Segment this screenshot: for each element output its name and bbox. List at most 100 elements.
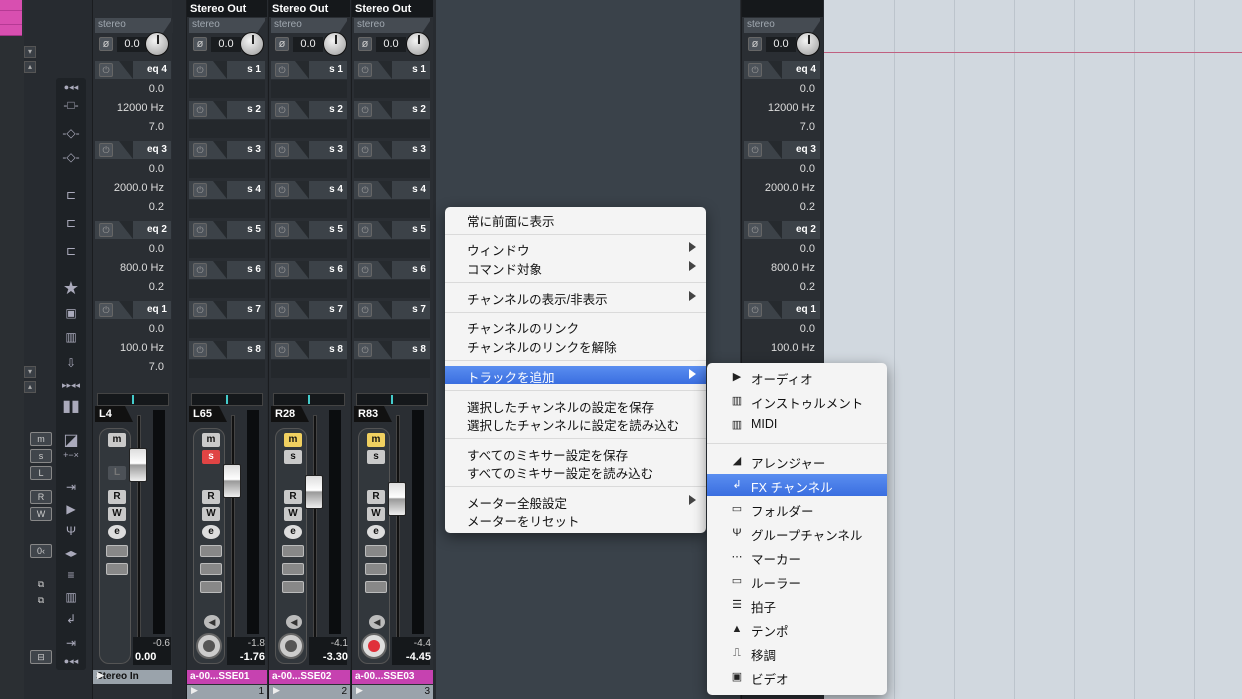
return-icon[interactable]: ↲ xyxy=(56,612,86,626)
eq4-q[interactable]: 7.0 xyxy=(149,121,164,133)
filter-link-icon[interactable]: 0‹ xyxy=(30,544,52,558)
send-bypass-button[interactable] xyxy=(365,581,387,593)
submenu-item-group-channel[interactable]: Ψ グループチャンネル xyxy=(707,522,887,544)
insert-bypass-button[interactable] xyxy=(200,545,222,557)
send-slot-7[interactable]: ⏻ s 7 xyxy=(354,301,430,319)
edit-button[interactable]: e xyxy=(108,525,126,539)
power-icon[interactable]: ⏻ xyxy=(193,63,207,77)
send-bypass-button[interactable] xyxy=(200,581,222,593)
send-slot-4[interactable]: ⏻ s 4 xyxy=(271,181,347,199)
power-icon[interactable]: ⏻ xyxy=(193,183,207,197)
input-gain-knob[interactable] xyxy=(323,32,347,56)
group-icon[interactable]: Ψ xyxy=(56,524,86,538)
filter-write-icon[interactable]: W xyxy=(30,507,52,521)
track-name[interactable]: a-00...SSE01 xyxy=(187,670,267,684)
menu-item-save-selected-channel-settings[interactable]: 選択したチャンネルの設定を保存 xyxy=(445,396,706,415)
submenu-item-folder[interactable]: ▭ フォルダー xyxy=(707,498,887,520)
phase-button[interactable]: ø xyxy=(358,37,372,51)
input-gain-knob[interactable] xyxy=(145,32,169,56)
menu-item-load-selected-channel-settings[interactable]: 選択したチャンネルに設定を読み込む xyxy=(445,414,706,433)
write-button[interactable]: W xyxy=(284,507,302,521)
send-slot-1[interactable]: ⏻ s 1 xyxy=(354,61,430,79)
submenu-item-transpose[interactable]: ⎍ 移調 xyxy=(707,642,887,664)
eq-bypass-button[interactable] xyxy=(365,563,387,575)
send-slot-7[interactable]: ⏻ s 7 xyxy=(271,301,347,319)
pan-slider[interactable] xyxy=(273,393,345,406)
send-slot-3[interactable]: ⏻ s 3 xyxy=(271,141,347,159)
channel-strip-icon[interactable]: ▮▮ xyxy=(56,396,86,416)
copy-icon[interactable]: ⧉ xyxy=(30,578,52,592)
eq1-q[interactable]: 7.0 xyxy=(149,361,164,373)
pan-slider[interactable] xyxy=(97,393,169,406)
menu-item-add-track[interactable]: トラックを追加 xyxy=(445,366,706,385)
stereo-icon[interactable]: ◂▸ xyxy=(56,546,86,560)
eq-band-4[interactable]: ⏻ eq 4 xyxy=(95,61,171,79)
pan-slider[interactable] xyxy=(356,393,428,406)
eq-band-3[interactable]: ⏻ eq 3 xyxy=(95,141,171,159)
paste-icon[interactable]: ⧉ xyxy=(30,594,52,608)
output-icon[interactable]: ⇥ xyxy=(56,636,86,650)
power-icon[interactable]: ⏻ xyxy=(748,63,762,77)
routing-icon[interactable]: -□- xyxy=(56,98,86,112)
power-icon[interactable]: ⏻ xyxy=(358,63,372,77)
power-icon[interactable]: ⏻ xyxy=(358,103,372,117)
eq-band-4[interactable]: ⏻ eq 4 xyxy=(744,61,820,79)
output-routing[interactable]: Stereo Out xyxy=(187,0,267,17)
eq-bypass-button[interactable] xyxy=(200,563,222,575)
filter-solo-icon[interactable]: s xyxy=(30,449,52,463)
send-slot-2[interactable]: ⏻ s 2 xyxy=(354,101,430,119)
send-slot-5[interactable]: ⏻ s 5 xyxy=(354,221,430,239)
mute-button[interactable]: m xyxy=(367,433,385,447)
solo-button[interactable]: s xyxy=(284,450,302,464)
send-slot-7[interactable]: ⏻ s 7 xyxy=(189,301,265,319)
level-value[interactable]: -3.30 xyxy=(323,651,348,663)
track-name[interactable]: a-00...SSE03 xyxy=(352,670,433,684)
power-icon[interactable]: ⏻ xyxy=(358,343,372,357)
power-icon[interactable]: ⏻ xyxy=(193,263,207,277)
power-icon[interactable]: ⏻ xyxy=(748,223,762,237)
sends-5-8-icon[interactable]: ⊏ xyxy=(56,244,86,258)
power-icon[interactable]: ⏻ xyxy=(193,223,207,237)
write-button[interactable]: W xyxy=(202,507,220,521)
track-name[interactable]: a-00...SSE02 xyxy=(269,670,350,684)
eq3-freq[interactable]: 2000.0 Hz xyxy=(114,182,164,194)
send-slot-6[interactable]: ⏻ s 6 xyxy=(271,261,347,279)
menu-item-global-meter-settings[interactable]: メーター全般設定 xyxy=(445,492,706,511)
plus-minus-icon[interactable]: +−× xyxy=(56,450,86,460)
eq3-gain[interactable]: 0.0 xyxy=(800,163,815,175)
power-icon[interactable]: ⏻ xyxy=(275,143,289,157)
input-gain-knob[interactable] xyxy=(406,32,430,56)
eq1-gain[interactable]: 0.0 xyxy=(800,323,815,335)
eq3-gain[interactable]: 0.0 xyxy=(149,163,164,175)
dots-icon[interactable]: ●◂◂ xyxy=(56,82,86,93)
input-gain-knob[interactable] xyxy=(240,32,264,56)
record-button[interactable] xyxy=(278,633,304,659)
menu-item-reset-meters[interactable]: メーターをリセット xyxy=(445,510,706,529)
send-slot-4[interactable]: ⏻ s 4 xyxy=(354,181,430,199)
phase-button[interactable]: ø xyxy=(99,37,113,51)
mute-button[interactable]: m xyxy=(284,433,302,447)
send-slot-1[interactable]: ⏻ s 1 xyxy=(189,61,265,79)
send-slot-1[interactable]: ⏻ s 1 xyxy=(271,61,347,79)
eq3-q[interactable]: 0.2 xyxy=(149,201,164,213)
menu-item-window[interactable]: ウィンドウ xyxy=(445,239,706,258)
edit-button[interactable]: e xyxy=(367,525,385,539)
power-icon[interactable]: ⏻ xyxy=(275,103,289,117)
eq-band-1[interactable]: ⏻ eq 1 xyxy=(744,301,820,319)
output-routing[interactable]: Stereo Out xyxy=(352,0,433,17)
eq1-freq[interactable]: 100.0 Hz xyxy=(120,342,164,354)
level-value[interactable]: -4.45 xyxy=(406,651,431,663)
insert-bypass-button[interactable] xyxy=(106,545,128,557)
eq4-gain[interactable]: 0.0 xyxy=(149,83,164,95)
submenu-item-arranger[interactable]: ◢ アレンジャー xyxy=(707,450,887,472)
power-icon[interactable]: ⏻ xyxy=(358,223,372,237)
meter-icon[interactable]: ▥ xyxy=(56,330,86,344)
power-icon[interactable]: ⏻ xyxy=(358,303,372,317)
record-button[interactable] xyxy=(361,633,387,659)
phase-button[interactable]: ø xyxy=(748,37,762,51)
write-button[interactable]: W xyxy=(367,507,385,521)
menu-item-load-all-mixer-settings[interactable]: すべてのミキサー設定を読み込む xyxy=(445,462,706,481)
submenu-item-marker[interactable]: ⋯ マーカー xyxy=(707,546,887,568)
power-icon[interactable]: ⏻ xyxy=(99,223,113,237)
volume-fader[interactable] xyxy=(223,464,241,498)
